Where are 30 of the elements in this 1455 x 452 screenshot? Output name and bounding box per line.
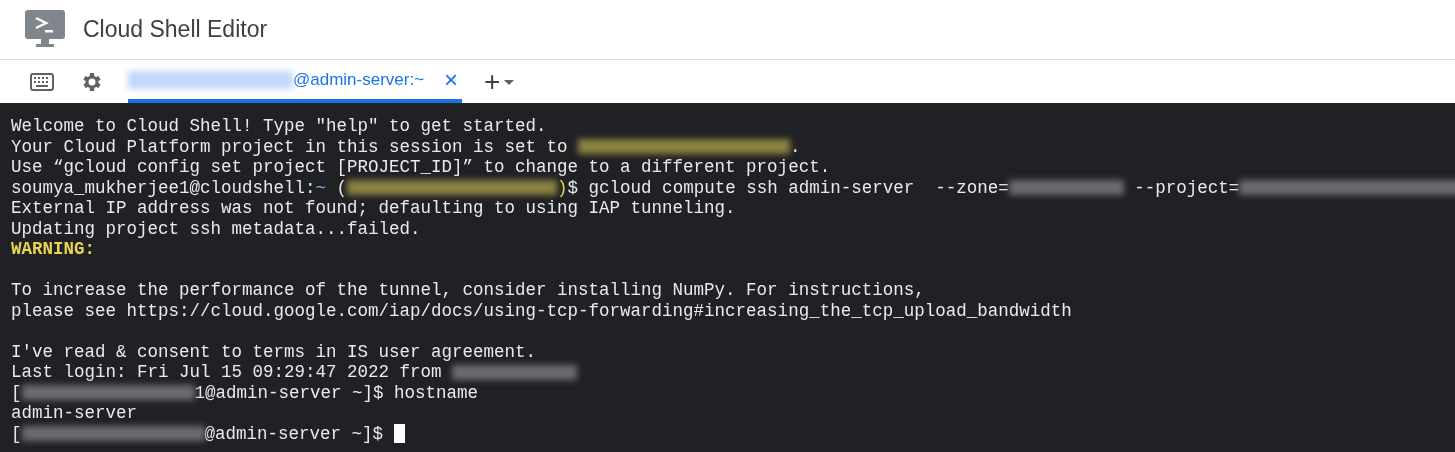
terminal-logo-icon	[25, 9, 65, 50]
terminal-text: Last login: Fri Jul 15 09:29:47 2022 from	[11, 362, 443, 383]
terminal-text: --project=	[1133, 177, 1240, 198]
terminal-text: External IP address was not found; defaulting to using IAP tunneling.	[11, 198, 736, 219]
terminal-text: I've read & consent to terms in IS user agreement.	[11, 341, 537, 362]
new-tab-button[interactable]: +	[462, 60, 505, 103]
close-tab-button[interactable]: ×	[444, 67, 458, 92]
terminal-text: 1@admin-server ~]$ hostname	[194, 382, 479, 403]
keyboard-icon[interactable]	[30, 72, 54, 91]
terminal-text: .	[790, 136, 801, 157]
terminal-text: [	[11, 423, 22, 444]
terminal-text: (	[335, 177, 348, 198]
terminal-text: Your Cloud Platform project in this session is set to	[11, 136, 569, 157]
terminal-text: Use “gcloud config set project [PROJECT_ID]” to change to a different project.	[11, 157, 831, 178]
terminal-text: Welcome to Cloud Shell! Type "help" to get started.	[11, 116, 547, 137]
terminal-text: please see https://cloud.google.com/iap/docs/using-tcp-forwarding#increasing_the_tcp_upload_bandwidth	[11, 300, 1072, 321]
terminal-text: soumya_mukherjee1@cloudshell:	[11, 177, 316, 198]
terminal[interactable]	[0, 103, 1455, 452]
terminal-text: To increase the performance of the tunnel, consider installing NumPy. For instructions,	[11, 280, 925, 301]
terminal-text: Updating project ssh metadata...failed.	[11, 218, 421, 239]
caret-icon[interactable]	[504, 80, 515, 85]
app-title: Cloud Shell Editor	[83, 15, 268, 45]
terminal-text: admin-server	[11, 403, 138, 424]
warning-label: WARNING:	[11, 239, 95, 260]
terminal-text: $ gcloud compute ssh admin-server --zone=	[567, 177, 1009, 198]
terminal-text: [	[11, 382, 22, 403]
terminal-text: ~	[315, 177, 327, 198]
tab-title: @admin-server:~	[293, 68, 425, 91]
terminal-text: )	[557, 177, 568, 198]
terminal-text: @admin-server ~]$	[204, 423, 385, 444]
